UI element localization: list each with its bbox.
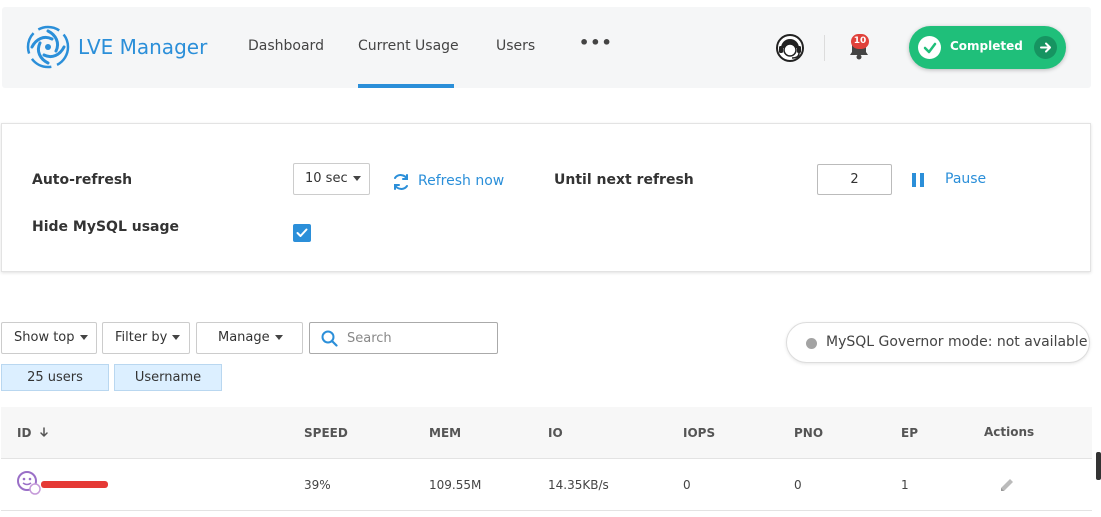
table-row[interactable]: 39% 109.55M 14.35KB/s 0 0 1 (1, 459, 1092, 511)
show-top-label: Show top (14, 330, 75, 345)
logo[interactable]: LVE Manager (26, 25, 207, 69)
column-header-mem[interactable]: MEM (429, 426, 461, 440)
sort-arrow-down-icon (39, 427, 48, 437)
nav-active-indicator (358, 84, 454, 88)
search-icon (321, 330, 338, 347)
cell-iops: 0 (683, 478, 691, 492)
search-box[interactable] (309, 322, 498, 354)
governor-status-text: MySQL Governor mode: not available (826, 334, 1088, 350)
hide-mysql-checkbox[interactable] (293, 224, 311, 242)
filter-by-dropdown[interactable]: Filter by (102, 322, 190, 354)
manage-dropdown[interactable]: Manage (196, 322, 303, 354)
lve-logo-icon (26, 25, 70, 69)
column-header-speed[interactable]: SPEED (304, 426, 348, 440)
column-id-label: ID (17, 426, 32, 440)
completed-label: Completed (950, 39, 1023, 53)
chevron-down-icon (352, 176, 361, 181)
pause-link[interactable]: Pause (945, 171, 986, 187)
refresh-interval-value: 10 sec (305, 171, 348, 186)
notification-count-badge: 10 (851, 34, 869, 49)
column-header-pno[interactable]: PNO (794, 426, 823, 440)
hide-mysql-label: Hide MySQL usage (32, 219, 180, 235)
cell-io: 14.35KB/s (548, 478, 609, 492)
search-input[interactable] (347, 328, 492, 348)
checkmark-icon (296, 228, 308, 237)
completed-status-button[interactable]: Completed (909, 26, 1066, 69)
until-next-refresh-label: Until next refresh (554, 172, 694, 188)
arrow-right-icon (1034, 36, 1057, 59)
column-header-ep[interactable]: EP (901, 426, 918, 440)
cell-pno: 0 (794, 478, 802, 492)
refresh-now-link[interactable]: Refresh now (418, 173, 504, 189)
user-avatar-icon (17, 471, 41, 495)
redacted-username (41, 481, 108, 488)
usage-table-header: ID SPEED MEM IO IOPS PNO EP Actions (1, 407, 1092, 459)
more-menu-icon[interactable]: ••• (579, 33, 613, 52)
top-header: LVE Manager Dashboard Current Usage User… (2, 7, 1091, 88)
refresh-icon[interactable] (391, 172, 411, 192)
app-name: LVE Manager (78, 35, 208, 59)
cell-mem: 109.55M (429, 478, 482, 492)
column-header-iops[interactable]: IOPS (683, 426, 715, 440)
manage-label: Manage (218, 330, 270, 345)
nav-current-usage[interactable]: Current Usage (358, 38, 459, 54)
nav-users[interactable]: Users (496, 38, 535, 54)
next-refresh-countdown-field[interactable]: 2 (817, 164, 892, 195)
auto-refresh-label: Auto-refresh (32, 172, 133, 188)
pause-icon[interactable] (912, 173, 924, 187)
filter-chip-username[interactable]: Username (114, 364, 222, 391)
column-header-actions: Actions (984, 425, 1035, 439)
filter-by-label: Filter by (115, 330, 168, 345)
check-circle-icon (918, 36, 941, 59)
filter-chip-users[interactable]: 25 users (1, 364, 109, 391)
chevron-down-icon (274, 335, 283, 340)
support-agent-icon[interactable] (775, 33, 805, 63)
edit-pencil-icon[interactable] (998, 476, 1016, 494)
mysql-governor-status: MySQL Governor mode: not available (786, 322, 1090, 363)
scrollbar-handle[interactable] (1096, 452, 1101, 480)
status-dot-icon (806, 338, 817, 349)
refresh-settings-panel: Auto-refresh 10 sec Refresh now Until ne… (1, 123, 1091, 272)
cell-speed: 39% (304, 478, 331, 492)
show-top-dropdown[interactable]: Show top (1, 322, 97, 354)
header-divider (824, 35, 825, 61)
chevron-down-icon (172, 335, 181, 340)
column-header-id[interactable]: ID (17, 426, 49, 440)
chevron-down-icon (79, 335, 88, 340)
refresh-interval-select[interactable]: 10 sec (293, 163, 370, 195)
nav-dashboard[interactable]: Dashboard (248, 38, 324, 54)
cell-ep: 1 (901, 478, 909, 492)
column-header-io[interactable]: IO (548, 426, 563, 440)
